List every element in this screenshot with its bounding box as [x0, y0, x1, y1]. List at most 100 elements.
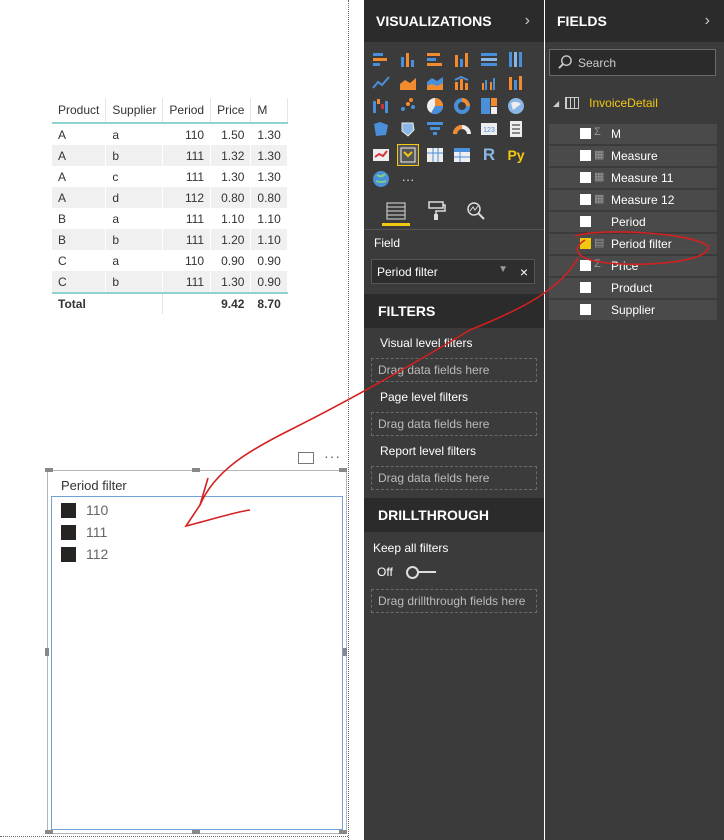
- line-clustered-column-icon[interactable]: [478, 72, 500, 94]
- slicer-item-110[interactable]: 110: [61, 501, 108, 519]
- field-item-price[interactable]: Σ Price: [549, 256, 717, 276]
- toggle-state-label: Off: [377, 565, 393, 579]
- analytics-magnifier-icon[interactable]: [462, 199, 490, 223]
- filled-map-icon[interactable]: [370, 118, 392, 140]
- stacked-bar-icon[interactable]: [370, 49, 392, 71]
- checkbox-icon[interactable]: [580, 260, 591, 271]
- funnel-icon[interactable]: [424, 118, 446, 140]
- multi-row-card-icon[interactable]: [505, 118, 527, 140]
- line-chart-icon[interactable]: [370, 72, 392, 94]
- field-item-supplier[interactable]: Supplier: [549, 300, 717, 320]
- close-icon[interactable]: ×: [520, 264, 528, 280]
- 100-stacked-column-icon[interactable]: [505, 49, 527, 71]
- expand-triangle-icon[interactable]: ◢: [553, 99, 559, 108]
- checkbox-icon[interactable]: [580, 216, 591, 227]
- chevron-down-icon[interactable]: ▼: [498, 264, 508, 275]
- column-header-product[interactable]: Product: [52, 98, 107, 124]
- scatter-chart-icon[interactable]: [397, 95, 419, 117]
- checkbox-icon[interactable]: [61, 524, 76, 540]
- total-price: 9.42: [210, 292, 252, 314]
- slicer-item-111[interactable]: 111: [61, 523, 107, 541]
- visual-level-drop-zone[interactable]: Drag data fields here: [371, 358, 537, 382]
- arcgis-map-icon[interactable]: [370, 168, 392, 190]
- calculator-icon: ▦: [594, 171, 605, 183]
- clustered-column-icon[interactable]: [451, 49, 473, 71]
- collapse-chevron-icon[interactable]: ›: [525, 12, 530, 30]
- resize-handle[interactable]: [45, 468, 53, 472]
- table-row: A a 110 1.50 1.30: [52, 123, 288, 145]
- fields-tab-icon[interactable]: [382, 199, 410, 226]
- map-icon[interactable]: [505, 95, 527, 117]
- checkbox-icon[interactable]: [580, 172, 591, 183]
- resize-handle[interactable]: [343, 648, 347, 656]
- field-item-product[interactable]: Product: [549, 278, 717, 298]
- checkbox-icon[interactable]: [61, 546, 76, 562]
- field-item-measure-11[interactable]: ▦ Measure 11: [549, 168, 717, 188]
- column-header-price[interactable]: Price: [210, 98, 252, 124]
- resize-handle[interactable]: [339, 468, 347, 472]
- report-level-drop-zone[interactable]: Drag data fields here: [371, 466, 537, 490]
- drillthrough-drop-zone[interactable]: Drag drillthrough fields here: [371, 589, 537, 613]
- stacked-area-icon[interactable]: [424, 72, 446, 94]
- resize-handle[interactable]: [45, 648, 49, 656]
- kpi-icon[interactable]: [370, 144, 392, 166]
- field-item-measure-12[interactable]: ▦ Measure 12: [549, 190, 717, 210]
- pie-chart-icon[interactable]: [424, 95, 446, 117]
- resize-handle[interactable]: [192, 468, 200, 472]
- format-paint-roller-icon[interactable]: [422, 199, 450, 223]
- focus-mode-icon[interactable]: [298, 452, 314, 464]
- slicer-item-label: 110: [86, 502, 109, 518]
- field-well[interactable]: Period filter ▼ ×: [371, 259, 535, 284]
- field-item-period[interactable]: Period: [549, 212, 717, 232]
- line-column-icon[interactable]: [451, 72, 473, 94]
- card-icon[interactable]: 123: [478, 118, 500, 140]
- keep-all-filters-toggle[interactable]: [406, 566, 436, 579]
- field-item-m[interactable]: Σ M: [549, 124, 717, 144]
- checkbox-icon[interactable]: [61, 502, 76, 518]
- canvas-border-bottom: [0, 836, 348, 837]
- ribbon-chart-icon[interactable]: [505, 72, 527, 94]
- more-visuals-icon[interactable]: ···: [397, 168, 419, 190]
- donut-chart-icon[interactable]: [451, 95, 473, 117]
- drillthrough-title: DRILLTHROUGH: [378, 507, 489, 523]
- column-header-m[interactable]: M: [250, 98, 288, 124]
- field-item-measure[interactable]: ▦ Measure: [549, 146, 717, 166]
- gauge-icon[interactable]: [451, 118, 473, 140]
- clustered-bar-icon[interactable]: [424, 49, 446, 71]
- table-visual[interactable]: Product Supplier Period Price M A a 110 …: [52, 98, 288, 314]
- resize-handle[interactable]: [45, 830, 53, 834]
- more-options-icon[interactable]: ···: [324, 448, 341, 464]
- table-cell: 0.80: [250, 187, 288, 208]
- waterfall-icon[interactable]: [370, 95, 392, 117]
- checkbox-icon[interactable]: [580, 128, 591, 139]
- checked-checkbox-icon[interactable]: [580, 238, 591, 249]
- python-visual-label: Py: [507, 147, 525, 163]
- column-header-supplier[interactable]: Supplier: [105, 98, 164, 124]
- area-chart-icon[interactable]: [397, 72, 419, 94]
- column-header-period[interactable]: Period: [162, 98, 212, 124]
- stacked-column-icon[interactable]: [397, 49, 419, 71]
- page-level-drop-zone[interactable]: Drag data fields here: [371, 412, 537, 436]
- field-item-period-filter[interactable]: ▤ Period filter: [549, 234, 717, 254]
- collapse-chevron-icon[interactable]: ›: [705, 12, 710, 30]
- search-input[interactable]: Search: [549, 49, 716, 76]
- keep-all-filters-label: Keep all filters: [373, 541, 449, 555]
- slicer-icon[interactable]: [397, 144, 419, 166]
- visualizations-pane: VISUALIZATIONS › 123 R Py ··· Field Peri…: [364, 0, 544, 840]
- checkbox-icon[interactable]: [580, 150, 591, 161]
- resize-handle[interactable]: [192, 830, 200, 834]
- checkbox-icon[interactable]: [580, 194, 591, 205]
- 100-stacked-bar-icon[interactable]: [478, 49, 500, 71]
- resize-handle[interactable]: [339, 830, 347, 834]
- python-visual-icon[interactable]: Py: [505, 144, 527, 166]
- matrix-icon[interactable]: [451, 144, 473, 166]
- checkbox-icon[interactable]: [580, 304, 591, 315]
- shape-map-icon[interactable]: [397, 118, 419, 140]
- r-visual-icon[interactable]: R: [478, 144, 500, 166]
- checkbox-icon[interactable]: [580, 282, 591, 293]
- treemap-icon[interactable]: [478, 95, 500, 117]
- table-cell: 1.30: [210, 166, 252, 187]
- slicer-item-112[interactable]: 112: [61, 545, 108, 563]
- table-icon[interactable]: [424, 144, 446, 166]
- table-node-invoicedetail[interactable]: ◢ InvoiceDetail: [553, 96, 658, 110]
